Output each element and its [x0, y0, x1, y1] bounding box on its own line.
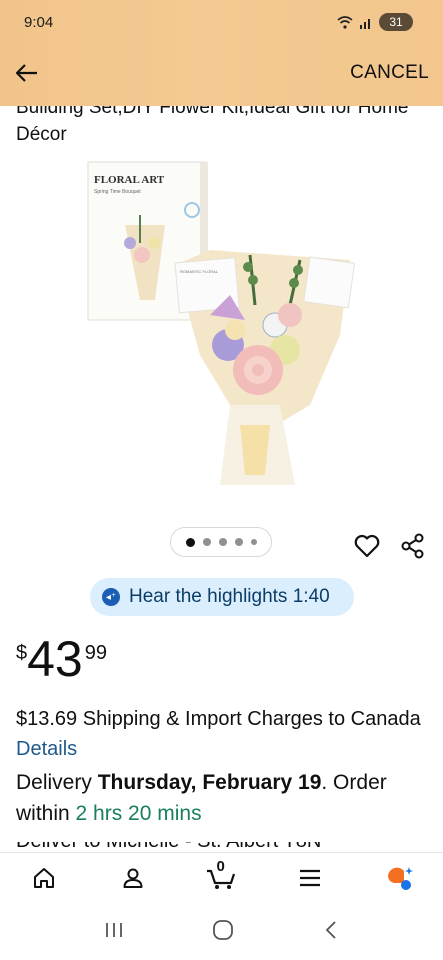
wrapper-label: ROMANTIC FLORAL	[180, 269, 219, 274]
shipping-text: $13.69 Shipping & Import Charges to Cana…	[16, 708, 421, 730]
box-subtitle: Spring Time Bouquet	[94, 189, 141, 195]
carousel-dot[interactable]	[234, 538, 243, 546]
shipping-details-link[interactable]: Details	[16, 738, 77, 760]
bottom-navigation: 0	[0, 852, 443, 902]
status-time: 9:04	[24, 14, 54, 31]
nav-rufus[interactable]	[379, 858, 419, 898]
wishlist-button[interactable]	[353, 532, 381, 560]
price-symbol: $	[16, 642, 28, 664]
shipping-info: $13.69 Shipping & Import Charges to Cana…	[16, 704, 426, 764]
back-system-button[interactable]	[323, 920, 339, 945]
deliver-to-text: Deliver to Michelle - St. Albert T8N	[16, 842, 416, 852]
home-icon	[34, 867, 55, 888]
price: $ 43 99	[16, 632, 107, 686]
carousel-dot[interactable]	[202, 538, 211, 546]
home-circle-icon	[213, 919, 234, 940]
recent-apps-icon	[106, 922, 123, 937]
back-button[interactable]	[12, 60, 42, 86]
delivery-prefix: Delivery	[16, 771, 98, 794]
rufus-assistant-icon	[387, 866, 413, 890]
deliver-to-location[interactable]: Deliver to Michelle - St. Albert T8N	[16, 842, 416, 852]
cancel-button[interactable]: CANCEL	[350, 62, 429, 84]
nav-menu[interactable]	[290, 858, 330, 898]
highlights-label: Hear the highlights 1:40	[129, 586, 330, 607]
box-brand: FLORAL ART	[94, 174, 165, 186]
nav-cart[interactable]: 0	[201, 858, 241, 898]
system-navigation-bar	[0, 904, 443, 960]
carousel-dot[interactable]	[185, 537, 195, 547]
arrow-left-icon	[16, 64, 37, 82]
share-icon	[401, 533, 424, 559]
share-button[interactable]	[399, 532, 427, 560]
nav-home[interactable]	[24, 858, 64, 898]
delivery-info: Delivery Thursday, February 19. Order wi…	[16, 767, 436, 829]
price-whole: 43	[27, 631, 83, 687]
recent-apps-button[interactable]	[104, 921, 124, 944]
hear-highlights-button[interactable]: ◂⁺ Hear the highlights 1:40	[90, 578, 354, 616]
delivery-date: Thursday, February 19	[97, 771, 322, 794]
heart-icon	[354, 534, 380, 558]
price-fraction: 99	[84, 642, 107, 664]
carousel-dot[interactable]	[250, 539, 257, 545]
status-icons: 31	[337, 13, 413, 31]
cart-count: 0	[216, 857, 225, 875]
signal-icon	[360, 18, 370, 29]
delivery-countdown: 2 hrs 20 mins	[75, 802, 202, 825]
bouquet-image: ROMANTIC FLORAL	[174, 250, 356, 485]
audio-play-icon: ◂⁺	[102, 588, 120, 606]
nav-account[interactable]	[113, 858, 153, 898]
wifi-icon	[337, 15, 353, 29]
top-header: 9:04 31 CANCEL	[0, 0, 443, 106]
carousel-dot[interactable]	[218, 538, 227, 546]
home-system-button[interactable]	[212, 919, 234, 946]
product-image[interactable]: FLORAL ART Spring Time Bouquet ROMANTIC …	[80, 155, 370, 500]
person-icon	[123, 868, 143, 888]
chevron-left-icon	[325, 920, 336, 939]
image-carousel-indicator[interactable]	[170, 527, 272, 557]
menu-icon	[300, 869, 321, 886]
battery-indicator: 31	[379, 13, 413, 31]
